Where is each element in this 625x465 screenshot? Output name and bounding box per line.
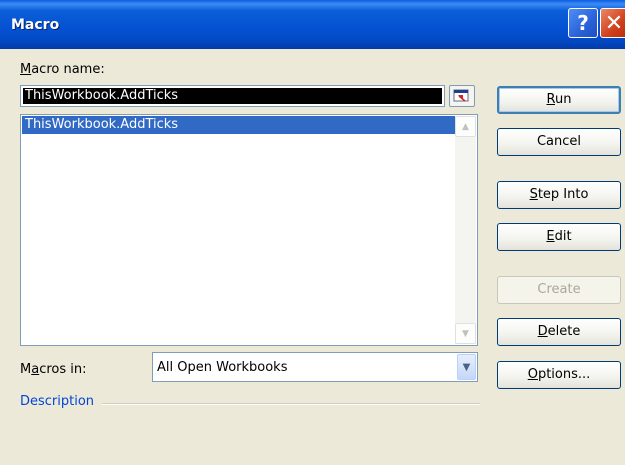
help-button[interactable]: ? (568, 8, 598, 38)
dropdown-arrow-icon: ▼ (462, 361, 471, 373)
scroll-up-button[interactable]: ▲ (455, 116, 476, 137)
list-item[interactable]: ThisWorkbook.AddTicks (22, 116, 455, 134)
macro-name-label-rest: acro name: (31, 62, 105, 77)
macros-in-select[interactable]: All Open Workbooks ▼ (152, 352, 478, 382)
run-button[interactable]: Run (497, 86, 621, 114)
description-divider (102, 403, 480, 405)
macro-name-value: ThisWorkbook.AddTicks (23, 88, 442, 104)
options-button[interactable]: Options... (497, 361, 621, 389)
macros-in-dropdown-button[interactable]: ▼ (457, 354, 476, 380)
scroll-down-button[interactable]: ▼ (455, 323, 476, 344)
delete-button[interactable]: Delete (497, 318, 621, 346)
dialog-title: Macro (11, 17, 60, 33)
macro-name-label: Macro name: (20, 62, 105, 77)
macro-name-input[interactable]: ThisWorkbook.AddTicks (20, 85, 445, 107)
edit-button[interactable]: Edit (497, 223, 621, 251)
chevron-down-icon: ▼ (462, 328, 469, 339)
macros-in-label: Macros in: (20, 362, 87, 377)
list-scrollbar[interactable]: ▲ ▼ (455, 116, 476, 344)
create-button[interactable]: Create (497, 276, 621, 304)
collapse-dialog-icon (453, 89, 469, 102)
macro-list[interactable]: ThisWorkbook.AddTicks ▲ ▼ (20, 114, 478, 346)
description-label: Description (20, 394, 95, 409)
help-icon: ? (577, 11, 589, 35)
title-bar: Macro ? ✕ (0, 0, 625, 49)
collapse-dialog-button[interactable] (449, 85, 475, 107)
step-into-button[interactable]: Step Into (497, 181, 621, 209)
close-button[interactable]: ✕ (600, 8, 625, 38)
macro-dialog: Macro ? ✕ Macro name: ThisWorkbook.AddTi… (0, 0, 625, 465)
cancel-button[interactable]: Cancel (497, 128, 621, 156)
close-icon: ✕ (604, 10, 624, 36)
macros-in-value: All Open Workbooks (157, 360, 288, 375)
chevron-up-icon: ▲ (462, 121, 469, 132)
